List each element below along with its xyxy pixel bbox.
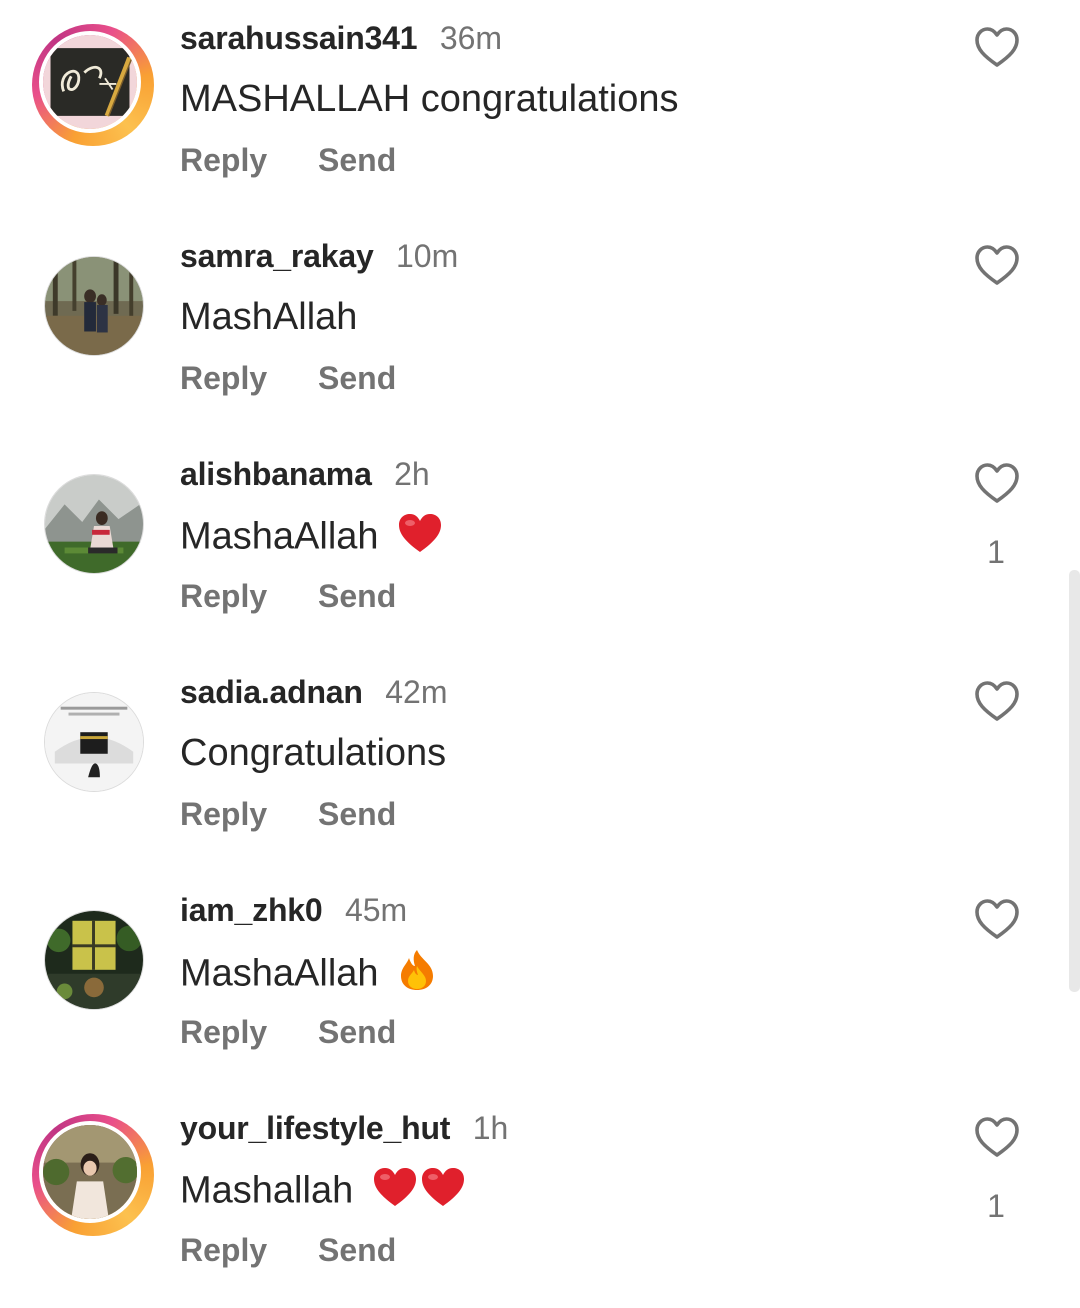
comment-header: sarahussain341 36m <box>180 18 502 58</box>
username[interactable]: iam_zhk0 <box>180 892 323 928</box>
username[interactable]: samra_rakay <box>180 238 374 274</box>
reply-button[interactable]: Reply <box>180 796 267 832</box>
avatar[interactable] <box>44 474 144 574</box>
comment-item: samra_rakay 10m MashAllah Reply Send <box>0 218 1080 436</box>
like-heart-icon[interactable] <box>974 680 1020 722</box>
timestamp: 2h <box>394 456 430 492</box>
comment-actions: Reply Send <box>180 140 396 180</box>
username[interactable]: sadia.adnan <box>180 674 363 710</box>
comment-text-body: Congratulations <box>180 732 447 774</box>
comment-text-body: Mashallah <box>180 1169 354 1212</box>
username[interactable]: alishbanama <box>180 456 372 492</box>
like-count: 1 <box>987 1188 1005 1224</box>
reply-button[interactable]: Reply <box>180 360 267 396</box>
send-button[interactable]: Send <box>318 578 396 614</box>
comment-text: MashAllah <box>180 294 357 340</box>
comment-text-body: MashaAllah <box>180 952 379 995</box>
send-button[interactable]: Send <box>318 142 396 178</box>
red-heart-icon <box>372 1166 418 1219</box>
timestamp: 45m <box>344 892 408 928</box>
comment-text-body: MashaAllah <box>180 515 379 558</box>
scrollbar-thumb[interactable] <box>1069 570 1080 992</box>
timestamp: 36m <box>439 20 503 56</box>
like-count: 1 <box>987 534 1005 570</box>
reply-button[interactable]: Reply <box>180 1232 267 1268</box>
avatar-image <box>45 257 143 355</box>
like-heart-icon[interactable] <box>974 462 1020 504</box>
comment-actions: Reply Send <box>180 576 396 616</box>
send-button[interactable]: Send <box>318 360 396 396</box>
avatar-image <box>45 911 143 1009</box>
avatar[interactable] <box>44 910 144 1010</box>
comment-actions: Reply Send <box>180 358 396 398</box>
like-heart-icon[interactable] <box>974 898 1020 940</box>
comment-text: Mashallah <box>180 1166 466 1219</box>
reply-button[interactable]: Reply <box>180 578 267 614</box>
avatar-image <box>45 475 143 573</box>
avatar-wrapper[interactable] <box>44 910 144 1010</box>
comment-text: MashaAllah <box>180 948 437 1003</box>
comment-actions: Reply Send <box>180 794 396 834</box>
red-heart-icon <box>397 512 443 565</box>
comment-item: iam_zhk0 45m MashaAllah Reply Send <box>0 872 1080 1090</box>
avatar[interactable] <box>44 692 144 792</box>
comment-text: MashaAllah <box>180 512 443 565</box>
avatar-image <box>43 35 137 129</box>
comment-text-body: MashAllah <box>180 296 358 338</box>
fire-icon <box>397 948 437 1003</box>
send-button[interactable]: Send <box>318 1014 396 1050</box>
like-heart-icon[interactable] <box>974 1116 1020 1158</box>
like-heart-icon[interactable] <box>974 26 1020 68</box>
comment-text: MASHALLAH congratulations <box>180 76 678 122</box>
avatar-image <box>45 693 143 791</box>
comment-item: alishbanama 2h MashaAllah Reply Send 1 <box>0 436 1080 654</box>
avatar[interactable] <box>39 1121 141 1223</box>
username[interactable]: sarahussain341 <box>180 20 418 56</box>
avatar-wrapper[interactable] <box>44 692 144 792</box>
comment-actions: Reply Send <box>180 1012 396 1052</box>
avatar-wrapper[interactable] <box>44 474 144 574</box>
comment-actions: Reply Send <box>180 1230 396 1270</box>
comment-header: samra_rakay 10m <box>180 236 458 276</box>
reply-button[interactable]: Reply <box>180 1014 267 1050</box>
comment-header: sadia.adnan 42m <box>180 672 447 712</box>
timestamp: 42m <box>385 674 448 710</box>
avatar[interactable] <box>39 31 141 133</box>
comment-item: sadia.adnan 42m Congratulations Reply Se… <box>0 654 1080 872</box>
comment-text-body: MASHALLAH congratulations <box>180 78 679 120</box>
send-button[interactable]: Send <box>318 1232 396 1268</box>
avatar-wrapper[interactable] <box>44 256 144 356</box>
username[interactable]: your_lifestyle_hut <box>180 1110 450 1146</box>
comment-item: sarahussain341 36m MASHALLAH congratulat… <box>0 0 1080 218</box>
timestamp: 1h <box>472 1110 509 1146</box>
avatar[interactable] <box>44 256 144 356</box>
avatar-story-ring[interactable] <box>32 24 154 146</box>
red-heart-icon <box>420 1166 466 1219</box>
comment-text: Congratulations <box>180 730 446 776</box>
send-button[interactable]: Send <box>318 796 396 832</box>
comment-item: your_lifestyle_hut 1h Mashallah Reply Se… <box>0 1090 1080 1308</box>
avatar-story-ring[interactable] <box>32 1114 154 1236</box>
like-heart-icon[interactable] <box>974 244 1020 286</box>
timestamp: 10m <box>396 238 459 274</box>
reply-button[interactable]: Reply <box>180 142 267 178</box>
comment-header: iam_zhk0 45m <box>180 890 407 930</box>
comment-header: alishbanama 2h <box>180 454 430 494</box>
avatar-image <box>43 1125 137 1219</box>
comment-header: your_lifestyle_hut 1h <box>180 1108 508 1148</box>
